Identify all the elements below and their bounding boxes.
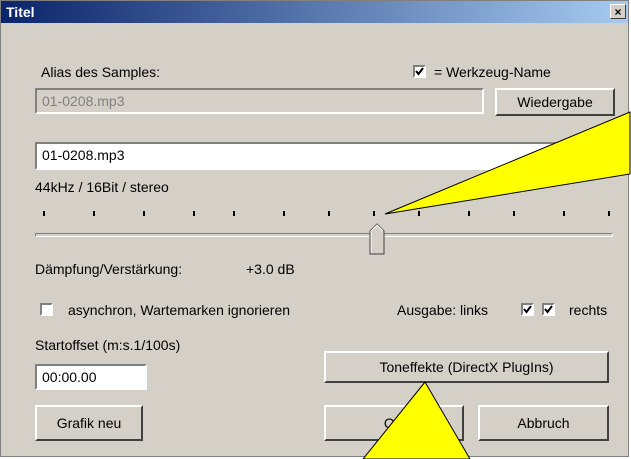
slider-tick	[193, 211, 195, 216]
slider-tick	[93, 211, 95, 216]
tool-name-label: = Werkzeug-Name	[434, 64, 551, 80]
file-field[interactable]: 01-0208.mp3	[35, 142, 613, 170]
checkbox-icon	[523, 305, 532, 314]
gain-value: +3.0 dB	[246, 261, 295, 277]
async-label: asynchron, Wartemarken ignorieren	[68, 302, 291, 318]
effects-button[interactable]: Toneffekte (DirectX PlugIns)	[324, 351, 609, 383]
dialog-window: Titel × Alias des Samples: = Werkzeug-Na…	[0, 0, 629, 457]
output-right-checkbox[interactable]	[542, 303, 555, 316]
async-checkbox[interactable]	[40, 303, 53, 316]
alias-field[interactable]: 01-0208.mp3	[35, 88, 484, 114]
tool-name-checkbox[interactable]	[413, 65, 426, 78]
play-button[interactable]: Wiedergabe	[495, 88, 615, 116]
slider-tick	[233, 211, 235, 216]
cancel-button[interactable]: Abbruch	[478, 405, 609, 441]
slider-track[interactable]	[35, 233, 613, 237]
redraw-button[interactable]: Grafik neu	[35, 405, 143, 441]
window-title: Titel	[6, 4, 35, 20]
start-offset-label: Startoffset (m:s.1/100s)	[35, 337, 181, 353]
start-offset-field[interactable]: 00:00.00	[35, 364, 147, 390]
slider-tick	[328, 211, 330, 216]
output-right-label: rechts	[569, 302, 608, 318]
slider-tick	[373, 211, 375, 216]
slider-tick	[143, 211, 145, 216]
slider-tick	[513, 211, 515, 216]
title-bar[interactable]: Titel ×	[1, 1, 628, 23]
close-button[interactable]: ×	[610, 4, 626, 19]
gain-label: Dämpfung/Verstärkung:	[35, 261, 183, 277]
alias-label: Alias des Samples:	[41, 64, 161, 80]
slider-tick	[418, 211, 420, 216]
ok-button[interactable]: OK	[324, 405, 464, 441]
checkbox-icon	[544, 305, 553, 314]
slider-tick	[563, 211, 565, 216]
close-icon: ×	[614, 5, 622, 19]
slider-tick	[608, 211, 610, 216]
audio-format-label: 44kHz / 16Bit / stereo	[35, 179, 169, 195]
slider-tick	[283, 211, 285, 216]
slider-tick	[468, 211, 470, 216]
slider-tick	[43, 211, 45, 216]
slider-thumb-icon[interactable]	[369, 223, 385, 255]
output-label: Ausgabe: links	[397, 302, 489, 318]
file-browse-button[interactable]	[590, 144, 611, 168]
output-left-checkbox[interactable]	[521, 303, 534, 316]
checkbox-icon	[415, 67, 424, 76]
